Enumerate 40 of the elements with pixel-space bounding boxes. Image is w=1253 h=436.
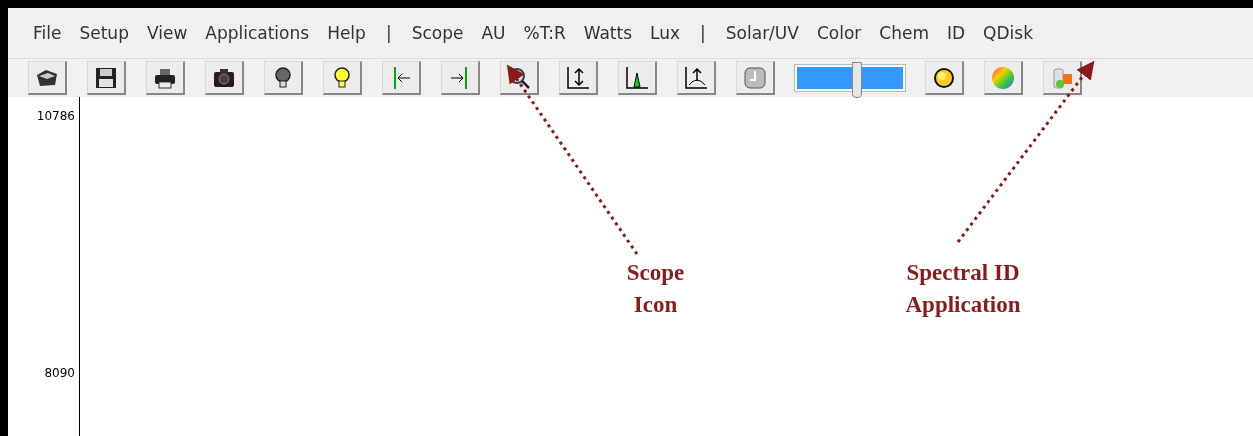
toolbar-button[interactable]: [559, 61, 598, 95]
toolbar-button[interactable]: [677, 61, 716, 95]
menu-item[interactable]: QDisk: [974, 23, 1042, 43]
menu-separator: |: [384, 23, 393, 43]
menu-item[interactable]: Solar/UV: [716, 23, 808, 43]
annotation-text: Scope: [626, 260, 685, 286]
menu-item[interactable]: Watts: [574, 23, 642, 43]
peak-chart-icon: [624, 64, 650, 91]
baseline-chart-icon: [683, 64, 709, 91]
clock-icon: [742, 64, 768, 91]
toolbar-button[interactable]: [925, 61, 964, 95]
menu-item[interactable]: %T:R: [514, 23, 575, 43]
toolbar-button[interactable]: [87, 61, 126, 95]
menu-item[interactable]: Applications: [196, 23, 319, 43]
menu-item[interactable]: Setup: [70, 23, 138, 43]
annotation-text: Icon: [633, 292, 678, 318]
menu-item[interactable]: View: [137, 23, 197, 43]
vertical-scale-icon: [565, 64, 591, 91]
menu-item[interactable]: Lux: [641, 23, 690, 43]
menu-item[interactable]: Color: [807, 23, 871, 43]
menu-item[interactable]: AU: [472, 23, 515, 43]
menu-item[interactable]: Scope: [402, 23, 473, 43]
menu-item[interactable]: Help: [318, 23, 375, 43]
toolbar-button[interactable]: [205, 61, 244, 95]
axis-label: 10786: [36, 109, 76, 123]
axis-label: 8090: [44, 366, 76, 380]
annotation-text: Application: [905, 292, 1021, 318]
menu-item[interactable]: ID: [938, 23, 975, 43]
slider-thumb[interactable]: [851, 62, 862, 98]
toolbar-button[interactable]: [28, 61, 67, 95]
menu-separator: |: [699, 23, 707, 43]
menu-item[interactable]: Chem: [870, 23, 938, 43]
toolbar-button[interactable]: [323, 61, 362, 95]
toolbar-button[interactable]: [618, 61, 657, 95]
menu-item[interactable]: File: [24, 23, 71, 43]
color-wheel-icon: [990, 64, 1016, 91]
toolbar-button[interactable]: [146, 61, 185, 95]
toolbar-button[interactable]: [264, 61, 303, 95]
annotation-text: Spectral ID: [906, 260, 1020, 286]
toolbar-button[interactable]: [1043, 61, 1082, 95]
